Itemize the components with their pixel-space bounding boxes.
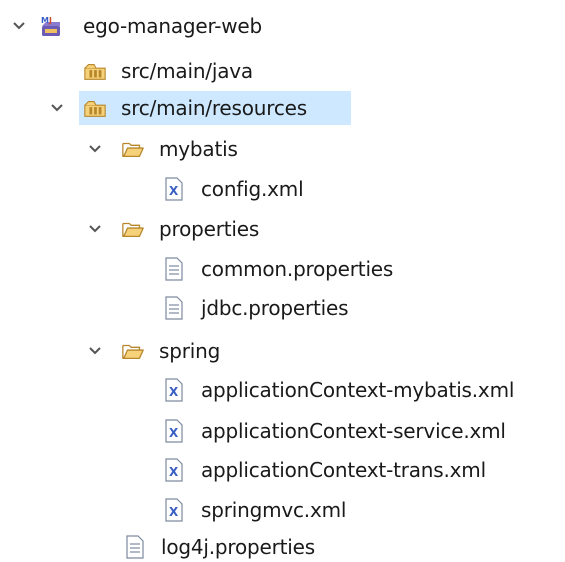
tree-node-label: applicationContext-mybatis.xml [201, 378, 515, 402]
svg-text:X: X [169, 385, 179, 399]
source-folder-icon [83, 59, 107, 83]
chevron-down-icon[interactable] [49, 100, 65, 116]
source-folder-icon [83, 96, 107, 120]
text-file-icon [123, 535, 147, 559]
svg-text:J: J [48, 16, 52, 25]
svg-text:X: X [169, 184, 179, 198]
chevron-down-icon[interactable] [87, 141, 103, 157]
tree-node-label: applicationContext-trans.xml [201, 458, 486, 482]
chevron-down-icon[interactable] [87, 343, 103, 359]
chevron-down-icon[interactable] [11, 18, 27, 34]
tree-node-label: common.properties [201, 257, 394, 281]
xml-file-icon: X [162, 498, 186, 522]
tree-node-file[interactable]: jdbc.properties [0, 291, 349, 325]
tree-node-folder[interactable]: properties [0, 212, 330, 246]
tree-node-source-folder-selected[interactable]: src/main/resources [79, 91, 351, 125]
xml-file-icon: X [162, 378, 186, 402]
svg-text:M: M [41, 16, 49, 25]
xml-file-icon: X [162, 177, 186, 201]
tree-node-label: ego-manager-web [83, 14, 263, 38]
text-file-icon [162, 296, 186, 320]
tree-node-file[interactable]: X config.xml [0, 172, 330, 206]
tree-node-file[interactable]: X applicationContext-mybatis.xml [0, 373, 565, 407]
tree-node-file[interactable]: common.properties [0, 252, 393, 286]
folder-open-icon [121, 217, 145, 241]
tree-node-folder[interactable]: mybatis [0, 132, 330, 166]
tree-node-label: src/main/resources [121, 96, 307, 120]
xml-file-icon: X [162, 458, 186, 482]
folder-open-icon [121, 339, 145, 363]
tree-node-folder[interactable]: spring [0, 334, 330, 368]
tree-node-file[interactable]: X applicationContext-trans.xml [0, 453, 565, 487]
tree-node-label: springmvc.xml [201, 498, 347, 522]
tree-node-label: properties [159, 217, 260, 241]
tree-node-source-folder[interactable]: src/main/java [0, 54, 330, 88]
svg-text:X: X [169, 426, 179, 440]
folder-open-icon [121, 137, 145, 161]
tree-node-file[interactable]: X springmvc.xml [0, 493, 565, 527]
svg-text:X: X [169, 505, 179, 519]
tree-node-label: config.xml [201, 177, 304, 201]
maven-project-icon: M J [39, 14, 63, 38]
tree-node-label: log4j.properties [161, 535, 315, 559]
tree-node-file[interactable]: log4j.properties [0, 530, 400, 562]
tree-node-label: spring [159, 339, 221, 363]
chevron-down-icon[interactable] [87, 221, 103, 237]
xml-file-icon: X [162, 419, 186, 443]
tree-node-label: mybatis [159, 137, 238, 161]
tree-node-label: applicationContext-service.xml [201, 419, 506, 443]
svg-text:X: X [169, 465, 179, 479]
package-explorer-tree: M J ego-manager-web src/main/java src/ma… [0, 0, 565, 562]
tree-node-project[interactable]: M J ego-manager-web [0, 9, 330, 43]
text-file-icon [162, 257, 186, 281]
tree-node-label: src/main/java [121, 59, 253, 83]
tree-node-label: jdbc.properties [201, 296, 349, 320]
tree-node-file[interactable]: X applicationContext-service.xml [0, 414, 565, 448]
